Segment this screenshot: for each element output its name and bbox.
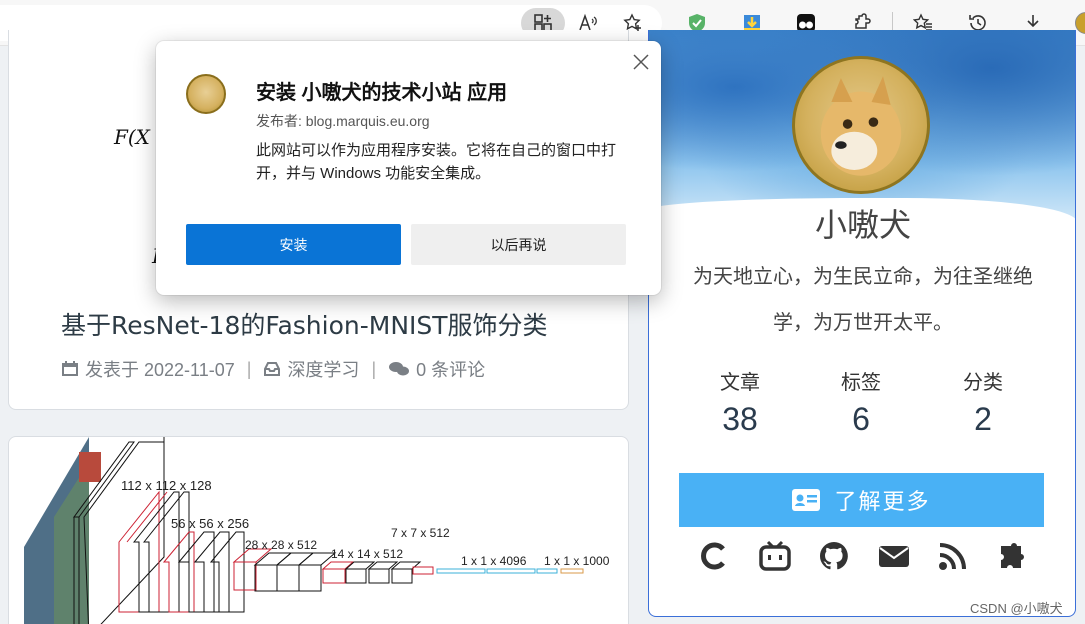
github-icon[interactable] [818,540,850,572]
learn-more-button[interactable]: 了解更多 [679,473,1044,527]
inbox-icon [264,362,281,376]
bilibili-icon[interactable] [758,540,791,572]
layer-label: 28 x 28 x 512 [245,538,318,552]
stat-articles[interactable]: 文章 38 [680,366,800,438]
csdn-icon[interactable] [699,540,731,572]
watermark: CSDN @小嗷犬 [970,601,1063,616]
email-icon[interactable] [878,540,910,572]
later-button[interactable]: 以后再说 [411,224,626,265]
profile-card: 小嗷犬 为天地立心，为生民立命，为往圣继绝学，为万世开太平。 文章 38 标签 … [648,30,1076,617]
post-date: 发表于 2022-11-07 [85,360,235,380]
profile-motto: 为天地立心，为生民立命，为往圣继绝学，为万世开太平。 [693,266,1033,334]
post-title[interactable]: 基于ResNet-18的Fashion-MNIST服饰分类 [61,306,548,342]
calendar-icon [62,361,78,376]
post-comments[interactable]: 0 条评论 [416,356,485,382]
stat-value: 2 [974,401,992,437]
comments-icon [389,362,410,376]
stat-categories[interactable]: 分类 2 [923,366,1043,438]
layer-label: 7 x 7 x 512 [391,526,450,540]
stat-label: 文章 [720,372,760,394]
learn-more-label: 了解更多 [834,489,931,514]
post-card-2[interactable]: 112 x 112 x 128 56 x 56 x 256 28 x 28 x … [8,436,629,624]
stat-label: 标签 [841,372,881,394]
stat-value: 6 [852,401,870,437]
rss-icon[interactable] [937,540,969,572]
layer-label: 1 x 1 x 4096 [461,554,527,568]
vgg-architecture-diagram [24,437,584,624]
dialog-publisher: 发布者: blog.marquis.eu.org [256,113,430,129]
post-meta: 发表于 2022-11-07 | 深度学习 | 0 条评论 [61,356,485,382]
layer-label: 1 x 1 x 1000 [544,554,610,568]
dialog-description: 此网站可以作为应用程序安装。它将在自己的窗口中打开，并与 Windows 功能安… [256,142,617,182]
id-card-icon [792,489,821,511]
social-links [699,540,1029,572]
app-icon [186,74,226,114]
profile-avatar[interactable] [1075,12,1085,34]
install-app-dialog: 安装 小嗷犬的技术小站 应用 发布者: blog.marquis.eu.org … [156,41,661,295]
stat-tags[interactable]: 标签 6 [801,366,921,438]
close-icon[interactable] [630,51,652,73]
stat-value: 38 [722,401,758,437]
layer-label: 56 x 56 x 256 [171,516,250,531]
layer-label: 112 x 112 x 128 [121,478,212,493]
meta-separator: | [371,358,377,379]
post-cover-formula: F(X [114,125,150,149]
profile-avatar-large[interactable] [792,56,930,194]
layer-label: 14 x 14 x 512 [331,547,404,561]
stat-label: 分类 [963,372,1003,394]
dialog-title: 安装 小嗷犬的技术小站 应用 [256,82,508,104]
puzzle-icon[interactable] [997,540,1029,572]
post-category[interactable]: 深度学习 [287,356,359,382]
meta-separator: | [246,358,252,379]
install-button[interactable]: 安装 [186,224,401,265]
profile-name: 小嗷犬 [814,207,911,243]
